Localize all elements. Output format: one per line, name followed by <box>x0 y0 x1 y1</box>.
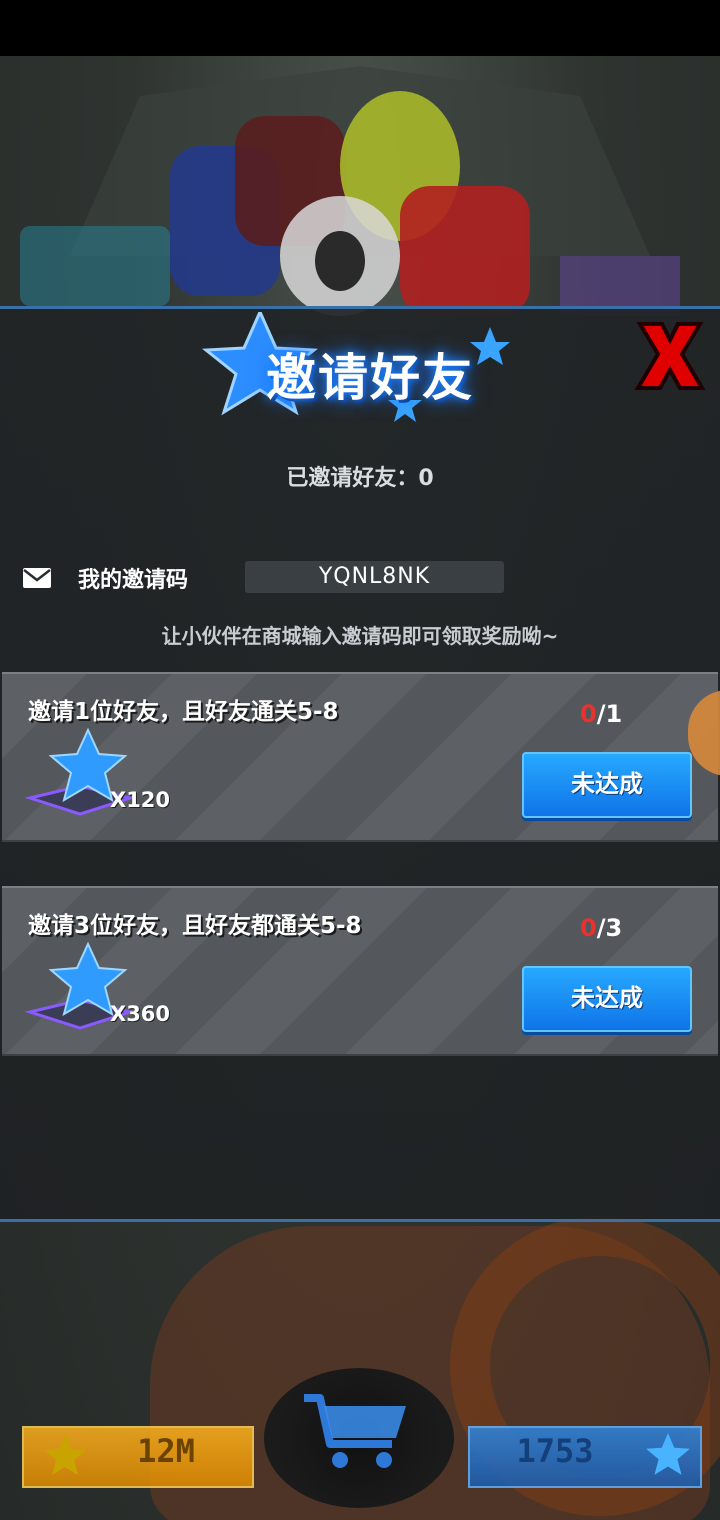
invite-code-label: 我的邀请码 <box>78 568 189 593</box>
claim-button[interactable]: 未达成 <box>522 752 692 818</box>
status-bar <box>0 0 720 56</box>
gem-amount: 1753 <box>516 1432 594 1470</box>
dialog-title: 邀请好友 <box>266 349 474 407</box>
claim-button[interactable]: 未达成 <box>522 966 692 1032</box>
reward-quantity: X120 <box>110 788 171 812</box>
invited-count: 已邀请好友：0 <box>286 466 434 491</box>
progress-total: /3 <box>596 914 623 942</box>
star-icon <box>44 1435 86 1475</box>
invite-code-field[interactable]: YQNL8NK <box>245 561 504 593</box>
gold-amount: 12M <box>137 1432 195 1470</box>
header-artwork <box>20 66 680 316</box>
task-row: 邀请3位好友，且好友都通关5-8 0/3 X360 未达成 <box>2 886 718 1056</box>
invite-hint: 让小伙伴在商城输入邀请码即可领取奖励呦~ <box>161 624 559 648</box>
mail-icon <box>23 568 51 588</box>
progress-total: /1 <box>596 700 623 728</box>
task-title: 邀请3位好友，且好友都通关5-8 <box>28 913 362 939</box>
star-icon <box>646 1433 690 1475</box>
close-icon[interactable] <box>632 318 708 394</box>
reward-quantity: X360 <box>110 1002 171 1026</box>
task-progress: 0/1 <box>580 700 622 728</box>
task-progress: 0/3 <box>580 914 622 942</box>
progress-done: 0 <box>580 914 597 942</box>
cart-icon[interactable] <box>300 1392 412 1472</box>
task-row: 邀请1位好友，且好友通关5-8 0/1 X120 未达成 <box>2 672 718 842</box>
progress-done: 0 <box>580 700 597 728</box>
task-title: 邀请1位好友，且好友通关5-8 <box>28 699 339 725</box>
